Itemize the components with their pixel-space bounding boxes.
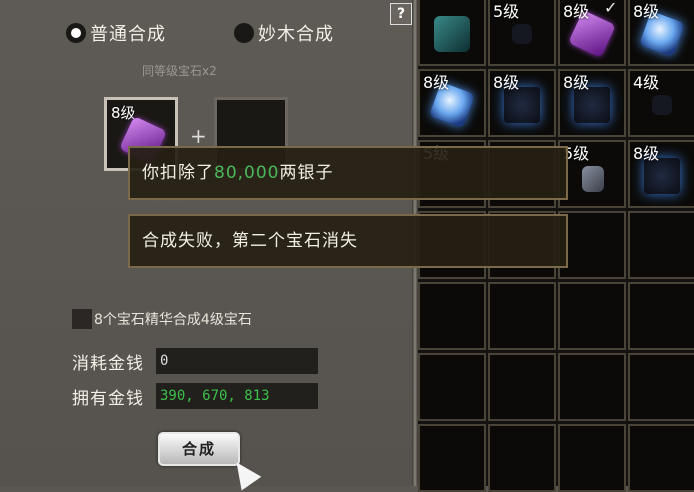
deduct-prefix: 你扣除了 <box>142 163 214 183</box>
inventory-slot[interactable]: 5级 <box>558 140 626 208</box>
mode-normal-radio[interactable]: 普通合成 <box>66 20 166 46</box>
inventory-slot[interactable]: 8级 <box>558 69 626 137</box>
result-message: 合成失败，第二个宝石消失 <box>128 214 568 268</box>
essence-checkbox[interactable] <box>72 309 92 329</box>
plus-sign: + <box>190 124 207 148</box>
inventory-slot[interactable]: 8级 ✓ <box>558 0 626 66</box>
owned-label: 拥有金钱 <box>72 388 144 409</box>
cost-label: 消耗金钱 <box>72 353 144 374</box>
inventory-slot[interactable]: 4级 <box>628 69 694 137</box>
inventory-slot[interactable]: 8级 <box>488 69 556 137</box>
mode-miaomu-radio[interactable]: 妙木合成 <box>234 20 334 46</box>
inventory-slot[interactable] <box>558 424 626 492</box>
dark-gem-icon <box>652 95 672 115</box>
inventory-slot[interactable] <box>418 424 486 492</box>
essence-checkbox-label: 8个宝石精华合成4级宝石 <box>94 312 252 328</box>
slot-level: 8级 <box>563 73 590 92</box>
inventory-slot[interactable] <box>628 353 694 421</box>
inventory-slot[interactable] <box>418 282 486 350</box>
cost-row: 消耗金钱 0 <box>72 348 318 374</box>
slot-level: 8级 <box>493 73 520 92</box>
synthesis-requirement: 同等级宝石x2 <box>142 64 217 78</box>
inventory-slot[interactable]: 8级 <box>628 140 694 208</box>
inventory-slot[interactable]: 8级 <box>628 0 694 66</box>
owned-row: 拥有金钱 390, 670, 813 <box>72 383 318 409</box>
deduct-suffix: 两银子 <box>279 163 334 183</box>
cost-value: 0 <box>156 348 318 374</box>
inventory-slot[interactable] <box>558 353 626 421</box>
mode-miaomu-label: 妙木合成 <box>258 24 334 45</box>
inventory-slot[interactable] <box>628 282 694 350</box>
result-text: 合成失败，第二个宝石消失 <box>142 231 358 251</box>
essence-checkbox-row[interactable]: 8个宝石精华合成4级宝石 <box>72 309 252 329</box>
inventory-slot[interactable]: 5级 <box>488 0 556 66</box>
slot-level: 5级 <box>493 2 520 21</box>
inventory-slot[interactable] <box>628 424 694 492</box>
inventory-slot[interactable] <box>558 211 626 279</box>
grey-gem-icon <box>582 166 604 192</box>
teal-gem-icon <box>434 16 470 52</box>
inventory-slot[interactable] <box>488 353 556 421</box>
inventory-slot[interactable] <box>418 353 486 421</box>
inventory-slot[interactable] <box>418 0 486 66</box>
inventory-slot[interactable]: 8级 <box>418 69 486 137</box>
deduct-message: 你扣除了80,000两银子 <box>128 146 568 200</box>
deduct-amount: 80,000 <box>214 163 280 183</box>
inventory-slot[interactable] <box>488 282 556 350</box>
inventory-slot[interactable] <box>488 424 556 492</box>
slot-level: 4级 <box>633 73 660 92</box>
slot-level: 8级 <box>423 73 450 92</box>
mode-normal-label: 普通合成 <box>90 24 166 45</box>
slot-level: 8级 <box>633 2 660 21</box>
slot-level: 8级 <box>563 2 590 21</box>
help-button[interactable]: ? <box>390 3 412 25</box>
slot-level: 8级 <box>633 144 660 163</box>
checkmark-icon: ✓ <box>604 0 618 17</box>
compose-button[interactable]: 合成 <box>158 432 240 466</box>
radio-unselected-icon <box>234 23 254 43</box>
inventory-slot[interactable] <box>628 211 694 279</box>
owned-value: 390, 670, 813 <box>156 383 318 409</box>
inventory-slot[interactable] <box>558 282 626 350</box>
radio-selected-icon <box>66 23 86 43</box>
dark-gem-icon <box>512 24 532 44</box>
